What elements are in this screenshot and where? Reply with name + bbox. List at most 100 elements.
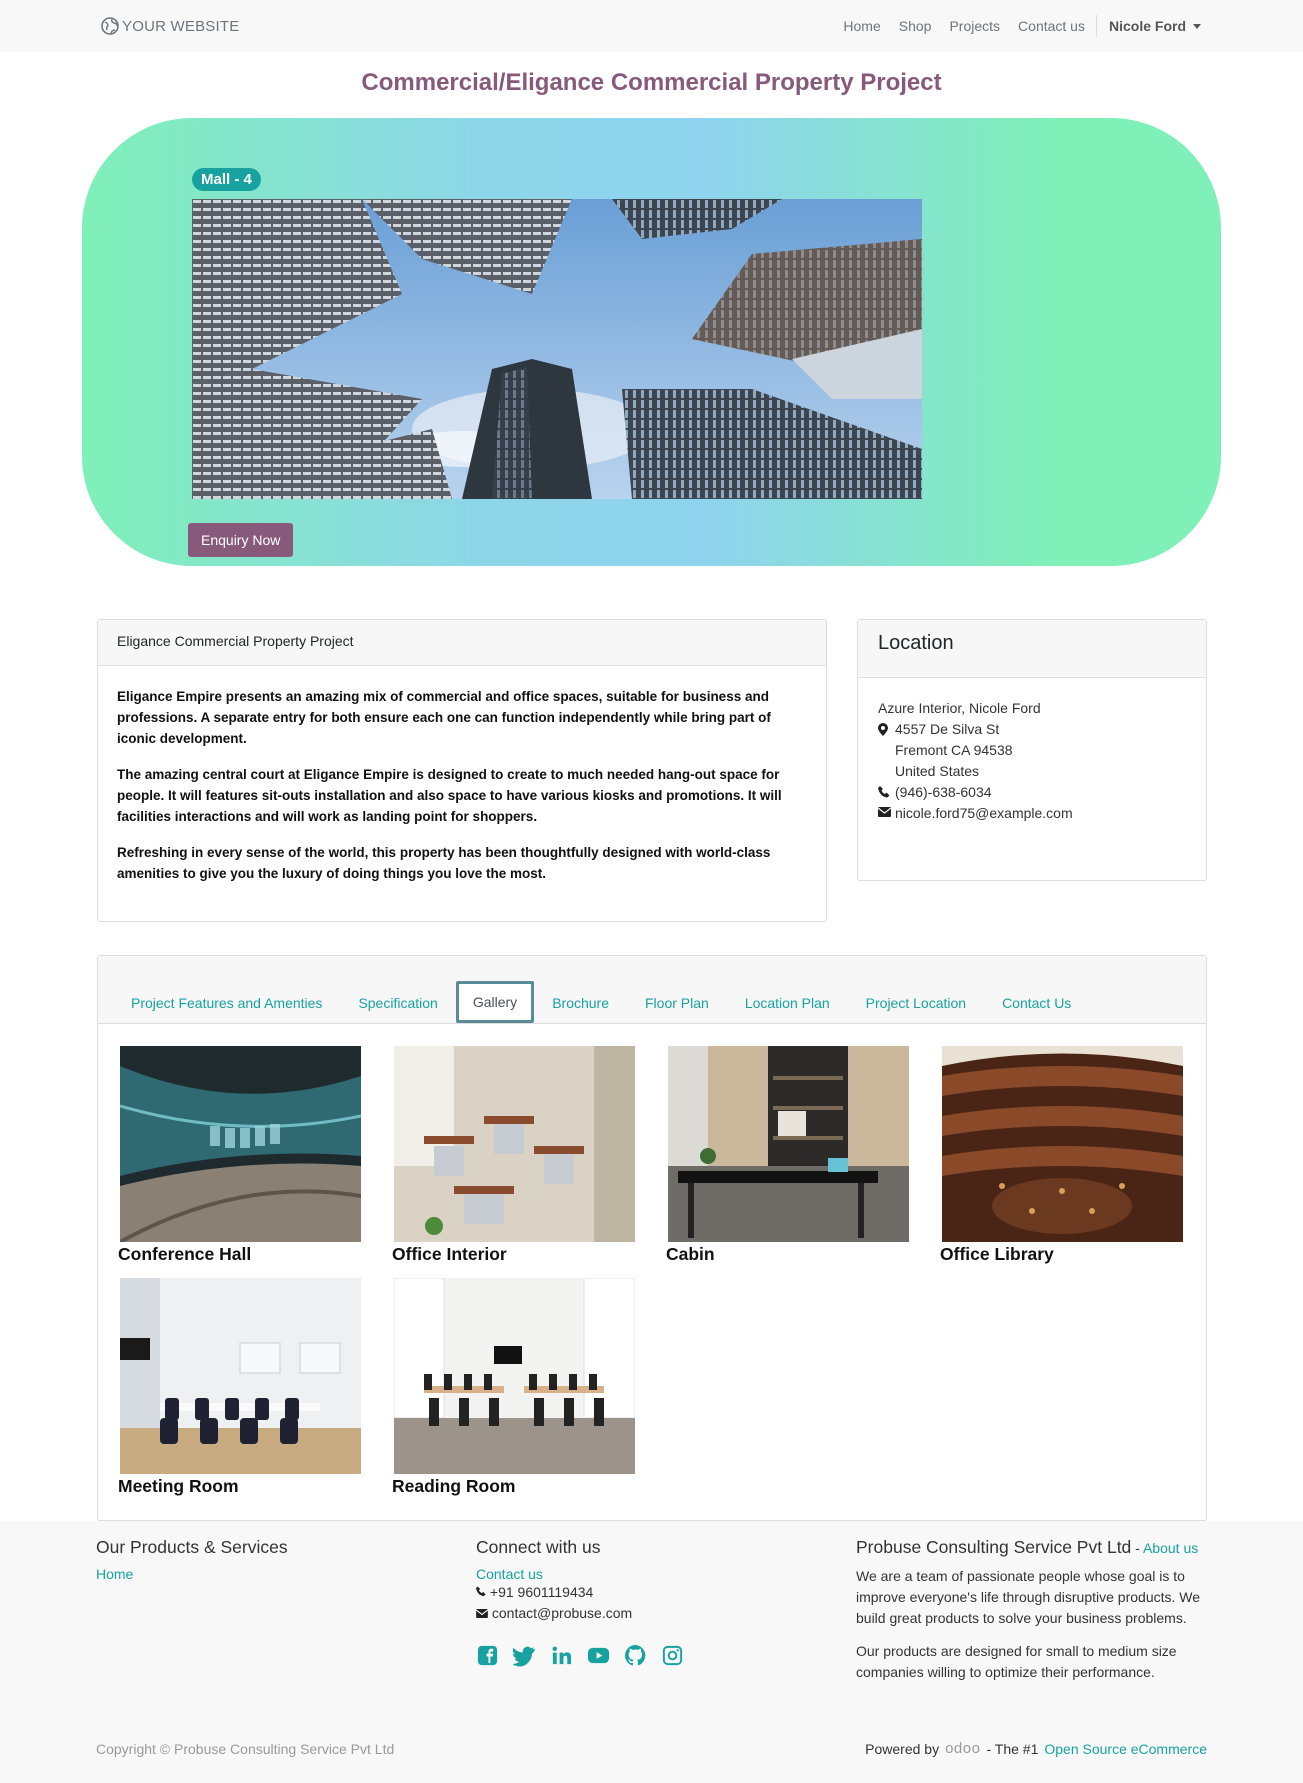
footer-email: contact@probuse.com: [491, 1605, 633, 1621]
gallery-image-office-interior[interactable]: [394, 1046, 635, 1242]
description-header: Eligance Commercial Property Project: [98, 620, 826, 666]
facebook-icon[interactable]: [476, 1644, 499, 1670]
footer-separator: -: [1131, 1540, 1143, 1556]
navbar: YOUR WEBSITE Home Shop Projects Contact …: [0, 0, 1303, 52]
phone-icon: [476, 1584, 490, 1600]
hero-image: [192, 199, 922, 499]
footer-connect: Connect with us Contact us +91 960111943…: [475, 1537, 816, 1670]
footer-home-link[interactable]: Home: [96, 1566, 133, 1582]
location-email: nicole.ford75@example.com: [895, 805, 1073, 821]
nav-link-shop[interactable]: Shop: [890, 18, 941, 34]
phone-icon: [878, 782, 895, 798]
tab-project-location[interactable]: Project Location: [848, 982, 984, 1024]
map-marker-icon: [878, 719, 895, 736]
tab-gallery[interactable]: Gallery: [455, 981, 535, 1023]
user-menu[interactable]: Nicole Ford: [1099, 18, 1211, 34]
location-title: Location: [858, 620, 1206, 678]
footer-phone: +91 9601119434: [489, 1584, 594, 1600]
tab-contact-us[interactable]: Contact Us: [984, 982, 1089, 1024]
envelope-icon: [475, 1605, 492, 1621]
gallery-image-reading-room[interactable]: [394, 1278, 635, 1474]
tab-brochure[interactable]: Brochure: [534, 982, 627, 1024]
footer-email-row: contact@probuse.com: [475, 1603, 816, 1624]
property-badge: Mall - 4: [192, 168, 261, 191]
description-card: Eligance Commercial Property Project Eli…: [97, 619, 827, 922]
instagram-icon[interactable]: [661, 1644, 684, 1670]
gallery-item[interactable]: Conference Hall: [118, 1046, 361, 1268]
tab-specification[interactable]: Specification: [340, 982, 455, 1024]
gallery-item[interactable]: Reading Room: [392, 1278, 635, 1500]
footer-contact-link[interactable]: Contact us: [476, 1566, 543, 1582]
open-source-link[interactable]: Open Source eCommerce: [1044, 1741, 1207, 1757]
gallery-caption: Office Library: [940, 1244, 1054, 1264]
gallery-item[interactable]: Office Library: [940, 1046, 1183, 1268]
footer-company-title-row: Probuse Consulting Service Pvt Ltd - Abo…: [856, 1537, 1206, 1558]
footer-about-link[interactable]: About us: [1143, 1540, 1198, 1556]
footer-about-paragraph: We are a team of passionate people whose…: [856, 1568, 1201, 1626]
gallery-item[interactable]: Meeting Room: [118, 1278, 361, 1500]
gallery-image-conference-hall[interactable]: [120, 1046, 361, 1242]
nav-link-projects[interactable]: Projects: [940, 18, 1009, 34]
powered-by-label: Powered by: [865, 1740, 940, 1757]
info-row: Eligance Commercial Property Project Eli…: [97, 619, 1303, 922]
gallery-caption: Office Interior: [392, 1244, 507, 1264]
tab-location-plan[interactable]: Location Plan: [727, 982, 848, 1024]
footer-about-paragraph: Our products are designed for small to m…: [856, 1643, 1177, 1680]
powered-by-suffix: - The #1: [986, 1740, 1039, 1757]
project-tabs: Project Features and Amenties Specificat…: [97, 955, 1207, 1521]
gallery-item[interactable]: Cabin: [666, 1046, 909, 1268]
tab-features[interactable]: Project Features and Amenties: [113, 982, 340, 1024]
odoo-logo[interactable]: odoo: [945, 1740, 980, 1757]
powered-by: Powered by odoo - The #1 Open Source eCo…: [865, 1740, 1207, 1757]
gallery-item[interactable]: Office Interior: [392, 1046, 635, 1268]
social-links: [476, 1644, 816, 1670]
github-icon[interactable]: [624, 1644, 647, 1670]
enquiry-now-button[interactable]: Enquiry Now: [188, 523, 294, 557]
description-body: Eligance Empire presents an amazing mix …: [98, 666, 826, 919]
brand-text: YOUR WEBSITE: [122, 17, 240, 35]
nav-divider: [1095, 15, 1097, 37]
footer-company-title: Probuse Consulting Service Pvt Ltd: [856, 1537, 1132, 1557]
nav-menu: Home Shop Projects Contact us Nicole For…: [834, 15, 1211, 37]
copyright: Copyright © Probuse Consulting Service P…: [96, 1741, 395, 1757]
location-city: Fremont CA 94538: [895, 742, 1013, 758]
gallery-image-office-library[interactable]: [942, 1046, 1183, 1242]
location-street: 4557 De Silva St: [895, 721, 1000, 737]
gallery-caption: Cabin: [666, 1244, 715, 1264]
description-paragraph: Eligance Empire presents an amazing mix …: [117, 689, 771, 746]
globe-icon: [101, 17, 119, 35]
brand-logo[interactable]: YOUR WEBSITE: [100, 16, 239, 36]
description-paragraph: Refreshing in every sense of the world, …: [117, 845, 771, 881]
nav-link-home[interactable]: Home: [834, 18, 889, 34]
footer-products-title: Our Products & Services: [96, 1537, 288, 1557]
nav-link-contact[interactable]: Contact us: [1009, 18, 1094, 34]
footer-about: Probuse Consulting Service Pvt Ltd - Abo…: [856, 1537, 1206, 1683]
caret-down-icon: [1193, 23, 1201, 29]
gallery-image-meeting-room[interactable]: [120, 1278, 361, 1474]
page-title: Commercial/Eligance Commercial Property …: [361, 69, 942, 96]
youtube-icon[interactable]: [587, 1644, 610, 1670]
footer-phone-row: +91 9601119434: [476, 1582, 816, 1603]
gallery-grid: Conference Hall Office Interior Cabin Of…: [98, 1024, 1206, 1500]
linkedin-icon[interactable]: [550, 1644, 573, 1670]
gallery-caption: Conference Hall: [118, 1244, 252, 1264]
location-address: 4557 De Silva St: [878, 719, 1186, 740]
footer-products: Our Products & Services Home: [96, 1537, 436, 1582]
location-card: Location Azure Interior, Nicole Ford 455…: [857, 619, 1207, 881]
gallery-caption: Reading Room: [392, 1476, 516, 1496]
gallery-image-cabin[interactable]: [668, 1046, 909, 1242]
description-paragraph: The amazing central court at Eligance Em…: [117, 767, 782, 824]
tab-floor-plan[interactable]: Floor Plan: [627, 982, 727, 1024]
tab-bar: Project Features and Amenties Specificat…: [98, 956, 1206, 1024]
footer-connect-title: Connect with us: [476, 1537, 601, 1557]
user-name: Nicole Ford: [1108, 18, 1186, 34]
location-email-row: nicole.ford75@example.com: [878, 803, 1186, 824]
envelope-icon: [878, 803, 895, 817]
footer: Our Products & Services Home Connect wit…: [0, 1521, 1303, 1783]
gallery-caption: Meeting Room: [118, 1476, 239, 1496]
hero-banner: Mall - 4 Enquiry Now: [82, 118, 1221, 566]
twitter-icon[interactable]: [511, 1644, 536, 1670]
location-name: Azure Interior, Nicole Ford: [878, 700, 1041, 716]
location-body: Azure Interior, Nicole Ford 4557 De Silv…: [858, 678, 1206, 844]
location-phone: (946)-638-6034: [895, 784, 992, 800]
